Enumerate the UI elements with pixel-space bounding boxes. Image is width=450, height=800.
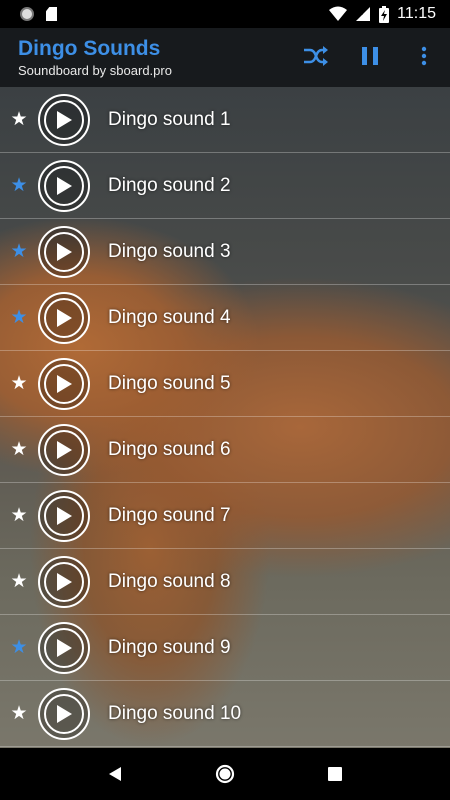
favorite-star-icon[interactable]: ★ [4, 174, 34, 197]
play-icon [57, 242, 72, 261]
status-right: R 11:15 [329, 5, 436, 23]
play-ring [44, 429, 84, 470]
sound-label: Dingo sound 7 [108, 504, 231, 526]
status-left [20, 7, 57, 21]
wifi-icon [329, 6, 348, 21]
sound-label: Dingo sound 1 [108, 108, 231, 130]
favorite-star-icon[interactable]: ★ [4, 504, 34, 527]
svg-text:R: R [358, 9, 363, 17]
play-button[interactable] [38, 423, 90, 476]
play-button[interactable] [38, 159, 90, 212]
play-button[interactable] [38, 291, 90, 344]
play-ring [44, 561, 84, 602]
favorite-star-icon[interactable]: ★ [4, 240, 34, 263]
back-icon [109, 767, 121, 781]
notification-dot-icon [20, 7, 34, 21]
recents-button[interactable] [315, 754, 355, 794]
favorite-star-icon[interactable]: ★ [4, 438, 34, 461]
app-bar: Dingo Sounds Soundboard by sboard.pro [0, 28, 450, 87]
play-icon [57, 110, 72, 129]
more-options-button[interactable] [410, 42, 438, 70]
sound-row[interactable]: ★ Dingo sound 8 [0, 549, 450, 615]
sound-list: ★ Dingo sound 1 ★ Dingo sound 2 ★ Dingo … [0, 87, 450, 748]
play-ring [44, 297, 84, 338]
play-icon [57, 506, 72, 525]
home-icon [215, 764, 235, 784]
status-bar: R 11:15 [0, 0, 450, 28]
back-button[interactable] [95, 754, 135, 794]
sound-label: Dingo sound 10 [108, 702, 242, 724]
play-button[interactable] [38, 357, 90, 410]
favorite-star-icon[interactable]: ★ [4, 372, 34, 395]
play-icon [57, 176, 72, 195]
play-icon [57, 704, 72, 723]
pause-icon [362, 47, 378, 65]
shuffle-icon [304, 46, 328, 66]
play-ring [44, 165, 84, 206]
play-ring [44, 231, 84, 272]
sound-row[interactable]: ★ Dingo sound 1 [0, 87, 450, 153]
play-ring [44, 627, 84, 668]
pause-button[interactable] [356, 42, 384, 70]
favorite-star-icon[interactable]: ★ [4, 636, 34, 659]
play-button[interactable] [38, 225, 90, 278]
app-actions [302, 42, 438, 70]
sound-row[interactable]: ★ Dingo sound 6 [0, 417, 450, 483]
sound-label: Dingo sound 3 [108, 240, 231, 262]
play-icon [57, 374, 72, 393]
sd-card-icon [46, 7, 57, 21]
play-ring [44, 693, 84, 734]
sound-row[interactable]: ★ Dingo sound 2 [0, 153, 450, 219]
recents-icon [328, 767, 342, 781]
play-icon [57, 308, 72, 327]
sound-row[interactable]: ★ Dingo sound 9 [0, 615, 450, 681]
shuffle-button[interactable] [302, 42, 330, 70]
sound-label: Dingo sound 2 [108, 174, 231, 196]
play-button[interactable] [38, 555, 90, 608]
sound-row[interactable]: ★ Dingo sound 5 [0, 351, 450, 417]
play-button[interactable] [38, 489, 90, 542]
home-button[interactable] [205, 754, 245, 794]
sound-row[interactable]: ★ Dingo sound 4 [0, 285, 450, 351]
signal-icon: R [356, 7, 371, 21]
sound-label: Dingo sound 6 [108, 438, 231, 460]
play-ring [44, 99, 84, 140]
sound-label: Dingo sound 5 [108, 372, 231, 394]
sound-label: Dingo sound 4 [108, 306, 231, 328]
sound-row[interactable]: ★ Dingo sound 7 [0, 483, 450, 549]
play-button[interactable] [38, 93, 90, 146]
favorite-star-icon[interactable]: ★ [4, 108, 34, 131]
navigation-bar [0, 748, 450, 800]
favorite-star-icon[interactable]: ★ [4, 702, 34, 725]
play-icon [57, 638, 72, 657]
play-button[interactable] [38, 621, 90, 674]
play-icon [57, 440, 72, 459]
clock: 11:15 [397, 5, 436, 22]
play-ring [44, 495, 84, 536]
sound-label: Dingo sound 8 [108, 570, 231, 592]
more-vert-icon [421, 46, 427, 66]
play-icon [57, 572, 72, 591]
play-button[interactable] [38, 687, 90, 740]
sound-label: Dingo sound 9 [108, 636, 231, 658]
sound-row[interactable]: ★ Dingo sound 3 [0, 219, 450, 285]
sound-row[interactable]: ★ Dingo sound 10 [0, 681, 450, 747]
play-ring [44, 363, 84, 404]
favorite-star-icon[interactable]: ★ [4, 306, 34, 329]
favorite-star-icon[interactable]: ★ [4, 570, 34, 593]
battery-charging-icon [379, 5, 390, 23]
